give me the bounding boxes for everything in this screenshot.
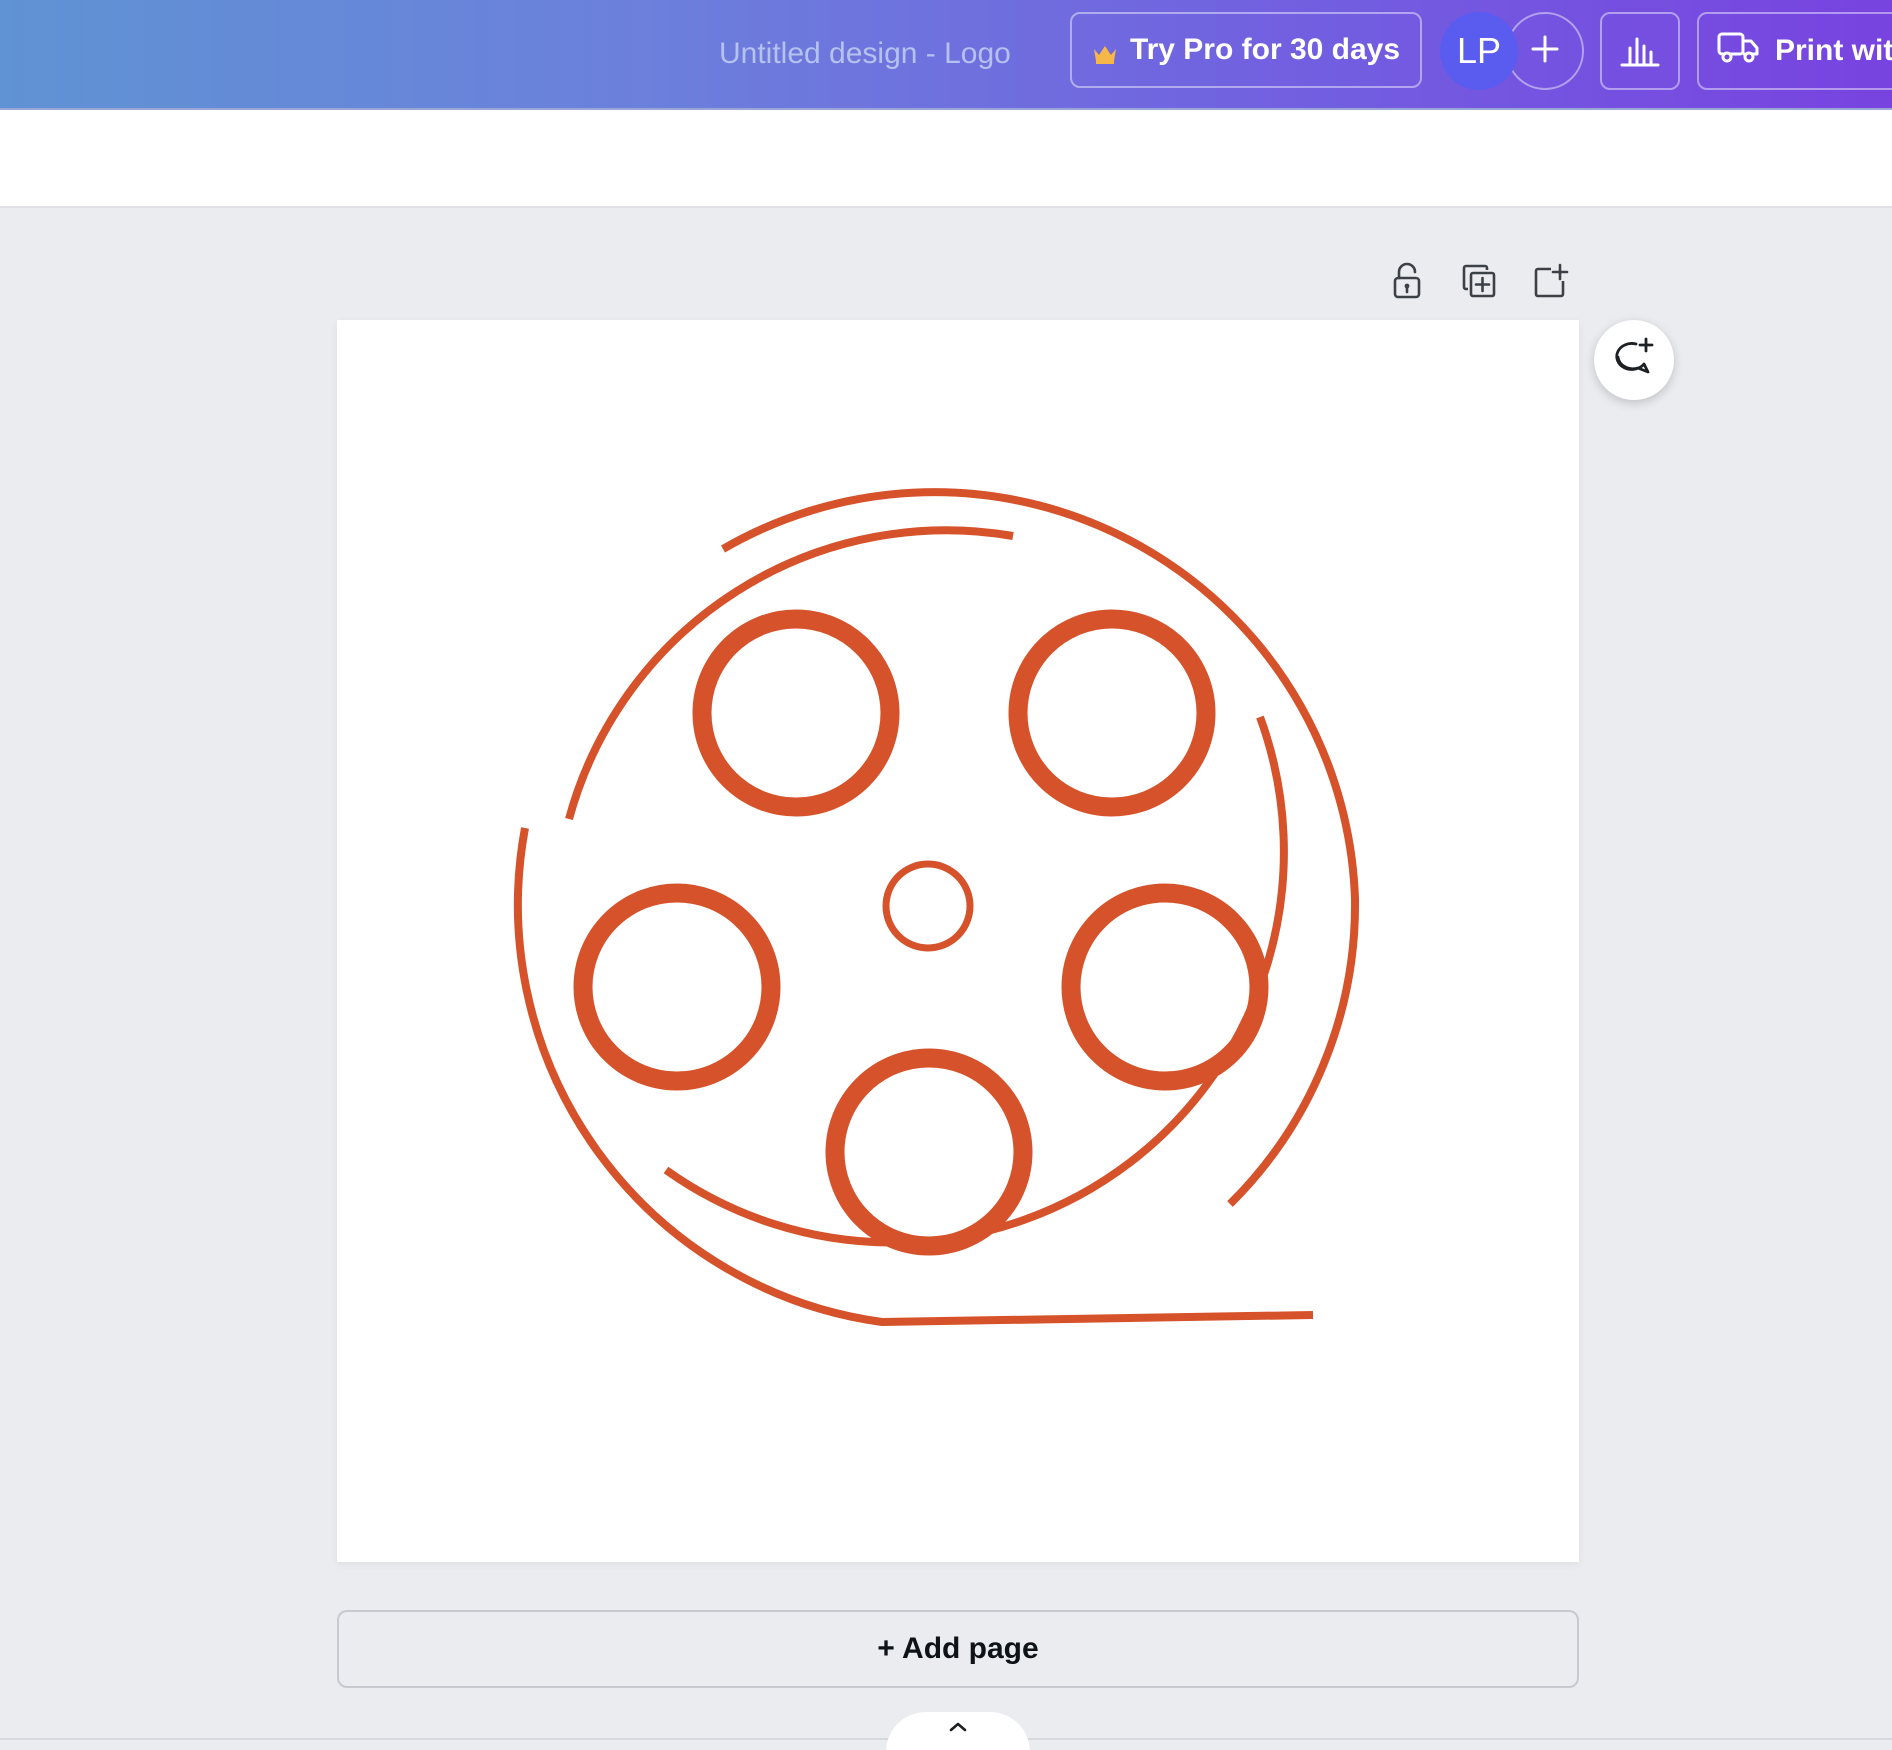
- reel-hole: [1008, 609, 1216, 817]
- reel-hole: [825, 1048, 1033, 1256]
- document-title[interactable]: Untitled design - Logo: [719, 32, 1011, 76]
- top-bar: Untitled design - Logo Try Pro for 30 da…: [0, 0, 1892, 110]
- try-pro-label: Try Pro for 30 days: [1129, 33, 1401, 66]
- add-page-icon: [1533, 263, 1569, 304]
- pages-panel-toggle[interactable]: [886, 1712, 1030, 1750]
- crown-icon: [1092, 39, 1118, 64]
- duplicate-page-button[interactable]: [1454, 258, 1504, 308]
- add-comment-icon: [1612, 336, 1656, 385]
- unlock-icon: [1390, 262, 1424, 305]
- truck-icon: [1717, 30, 1759, 72]
- lock-page-button[interactable]: [1382, 258, 1432, 308]
- add-page-icon-button[interactable]: [1526, 258, 1576, 308]
- design-canvas[interactable]: [337, 320, 1579, 1562]
- duplicate-page-icon: [1461, 263, 1497, 304]
- print-button-label: Print wit: [1775, 34, 1892, 67]
- reel-hole: [692, 609, 900, 817]
- plus-icon: [1530, 34, 1560, 69]
- reel-outer-arc: [720, 488, 1360, 1207]
- editor-window: Untitled design - Logo Try Pro for 30 da…: [0, 0, 1892, 1750]
- insights-button[interactable]: [1600, 12, 1680, 90]
- bar-chart-icon: [1619, 30, 1661, 73]
- context-toolbar: [0, 110, 1892, 208]
- reel-hub: [882, 860, 974, 952]
- chevron-up-icon: [948, 1720, 968, 1738]
- reel-hole: [1061, 883, 1269, 1091]
- add-comment-button[interactable]: [1594, 320, 1674, 400]
- try-pro-button[interactable]: Try Pro for 30 days: [1070, 12, 1422, 88]
- add-page-button[interactable]: + Add page: [337, 1610, 1579, 1688]
- film-reel-logo[interactable]: [337, 320, 1579, 1562]
- avatar[interactable]: LP: [1440, 12, 1518, 90]
- print-button[interactable]: Print wit: [1697, 12, 1892, 90]
- reel-hole: [573, 883, 781, 1091]
- reel-inner-arc-top: [565, 526, 1014, 821]
